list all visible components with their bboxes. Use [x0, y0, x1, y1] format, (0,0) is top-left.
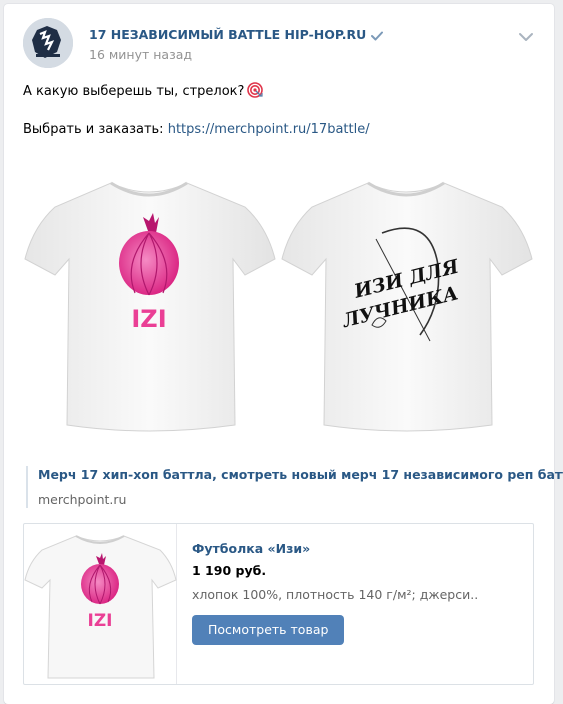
post-card: 17 НЕЗАВИСИМЫЙ BATTLE HIP-HOP.RU 16 мину…: [4, 4, 563, 704]
product-card: IZI Футболка «Изи» 1 190 руб. хлопок 100…: [23, 523, 534, 685]
community-avatar[interactable]: [23, 18, 73, 68]
order-prompt: Выбрать и заказать:: [23, 122, 168, 137]
photo-tshirt-archer[interactable]: ИЗИ ДЛЯ ЛУЧНИКА: [280, 155, 533, 452]
post-text: А какую выберешь ты, стрелок? Выбрать и …: [23, 82, 533, 139]
photo-grid: IZI ИЗИ ДЛЯ ЛУЧНИКА: [23, 155, 533, 452]
product-tshirt-image: IZI: [24, 535, 177, 679]
tshirt-izi-image: IZI: [24, 181, 276, 432]
post-time[interactable]: 16 минут назад: [89, 47, 192, 62]
post-text-line-1: А какую выберешь ты, стрелок?: [23, 82, 533, 101]
product-title[interactable]: Футболка «Изи»: [192, 541, 522, 557]
post-question: А какую выберешь ты, стрелок?: [23, 84, 245, 99]
tshirt-archer-image: ИЗИ ДЛЯ ЛУЧНИКА: [281, 181, 533, 432]
link-snippet: Мерч 17 хип-хоп баттла, смотреть новый м…: [26, 466, 563, 508]
product-price: 1 190 руб.: [192, 563, 267, 578]
merch-link[interactable]: https://merchpoint.ru/17battle/: [168, 122, 370, 137]
product-info: Футболка «Изи» 1 190 руб. хлопок 100%, п…: [192, 541, 522, 645]
product-description: хлопок 100%, плотность 140 г/м²; джерси.…: [192, 587, 479, 602]
post-header: 17 НЕЗАВИСИМЫЙ BATTLE HIP-HOP.RU 16 мину…: [23, 18, 534, 68]
post-text-line-2: Выбрать и заказать: https://merchpoint.r…: [23, 120, 533, 139]
verified-check-icon: [371, 31, 384, 41]
izi-print-text: IZI: [131, 305, 166, 333]
chevron-down-icon[interactable]: [518, 32, 534, 42]
photo-tshirt-izi[interactable]: IZI: [23, 155, 276, 452]
community-logo-icon: [23, 18, 73, 68]
target-emoji-icon: [247, 82, 264, 98]
author-name-text[interactable]: 17 НЕЗАВИСИМЫЙ BATTLE HIP-HOP.RU: [89, 27, 366, 42]
view-product-button[interactable]: Посмотреть товар: [192, 615, 345, 645]
snippet-title[interactable]: Мерч 17 хип-хоп баттла, смотреть новый м…: [38, 466, 563, 483]
product-thumbnail[interactable]: IZI: [24, 524, 177, 684]
author-name[interactable]: 17 НЕЗАВИСИМЫЙ BATTLE HIP-HOP.RU: [89, 27, 384, 42]
snippet-domain: merchpoint.ru: [38, 492, 127, 507]
product-izi-print-text: IZI: [88, 611, 113, 631]
